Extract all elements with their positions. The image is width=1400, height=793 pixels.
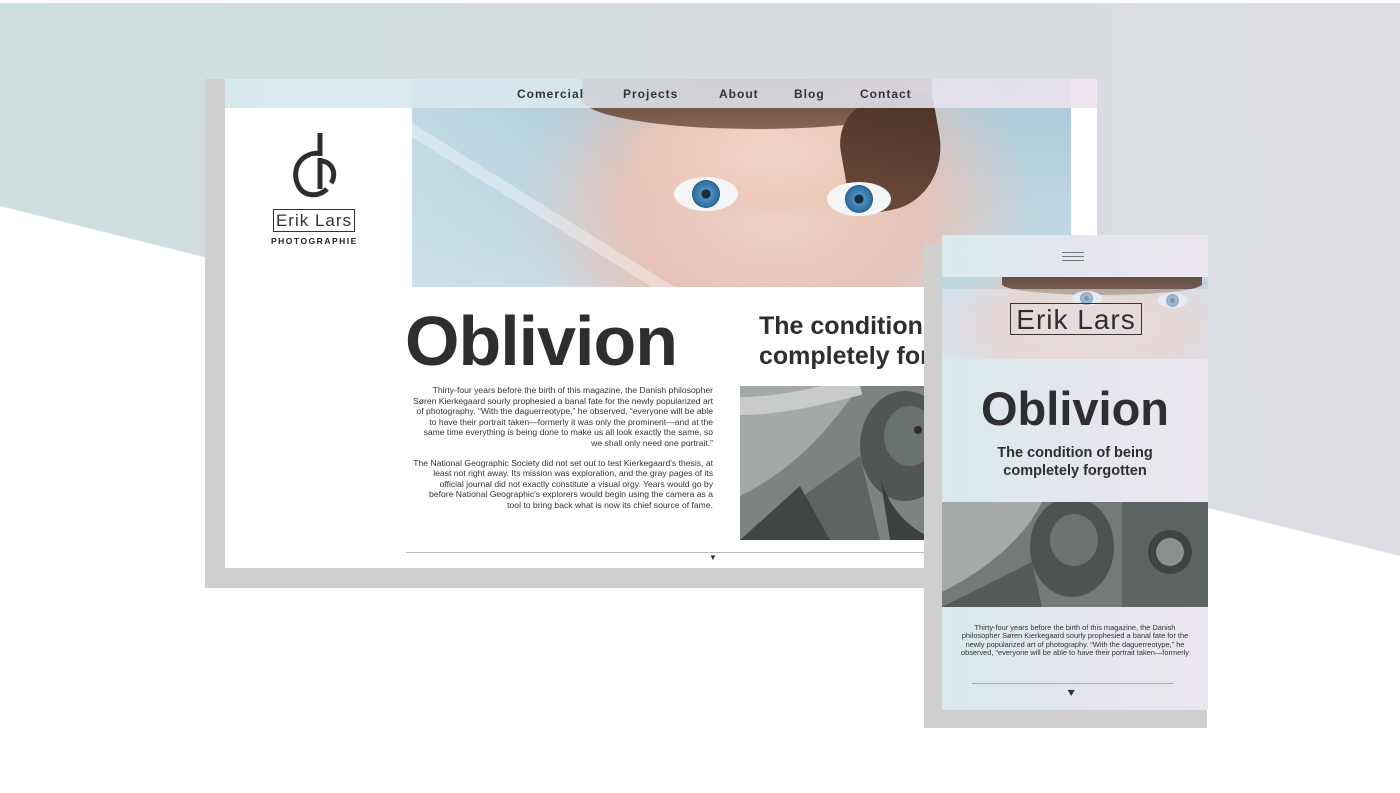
hamburger-menu-icon[interactable] xyxy=(1062,252,1084,263)
eye-right xyxy=(827,182,891,216)
mobile-statue-photo xyxy=(942,502,1208,607)
nav-about[interactable]: About xyxy=(719,87,759,101)
logo-monogram-icon[interactable] xyxy=(287,131,347,201)
mobile-page-title: Oblivion xyxy=(981,382,1169,435)
nav-comercial[interactable]: Comercial xyxy=(517,87,584,101)
top-navigation: Comercial Projects About Blog Contact xyxy=(225,79,1097,108)
divider xyxy=(406,552,946,553)
double-chevron-down-icon[interactable]: ⯆ xyxy=(1066,687,1076,701)
mobile-page-subtitle: The condition of being completely forgot… xyxy=(997,445,1153,479)
article-paragraph-2: The National Geographic Society did not … xyxy=(413,457,713,510)
page-title: Oblivion xyxy=(405,302,678,380)
article-body: Thirty-four years before the birth of th… xyxy=(413,385,713,520)
article-paragraph-1: Thirty-four years before the birth of th… xyxy=(413,385,714,448)
chevron-down-icon[interactable]: ▼ xyxy=(709,553,717,562)
mobile-divider xyxy=(972,683,1174,684)
mobile-article-body: Thirty-four years before the birth of th… xyxy=(961,624,1189,658)
nav-projects[interactable]: Projects xyxy=(623,87,678,101)
mobile-mockup: Erik Lars Oblivion The condition of bein… xyxy=(942,235,1208,710)
eye-left xyxy=(674,177,738,211)
logo-tagline: PHOTOGRAPHIE xyxy=(271,236,358,246)
nav-blog[interactable]: Blog xyxy=(794,87,825,101)
mobile-logo-wordmark[interactable]: Erik Lars xyxy=(1010,303,1142,335)
nav-contact[interactable]: Contact xyxy=(860,87,912,101)
logo-wordmark[interactable]: Erik Lars xyxy=(273,209,355,232)
